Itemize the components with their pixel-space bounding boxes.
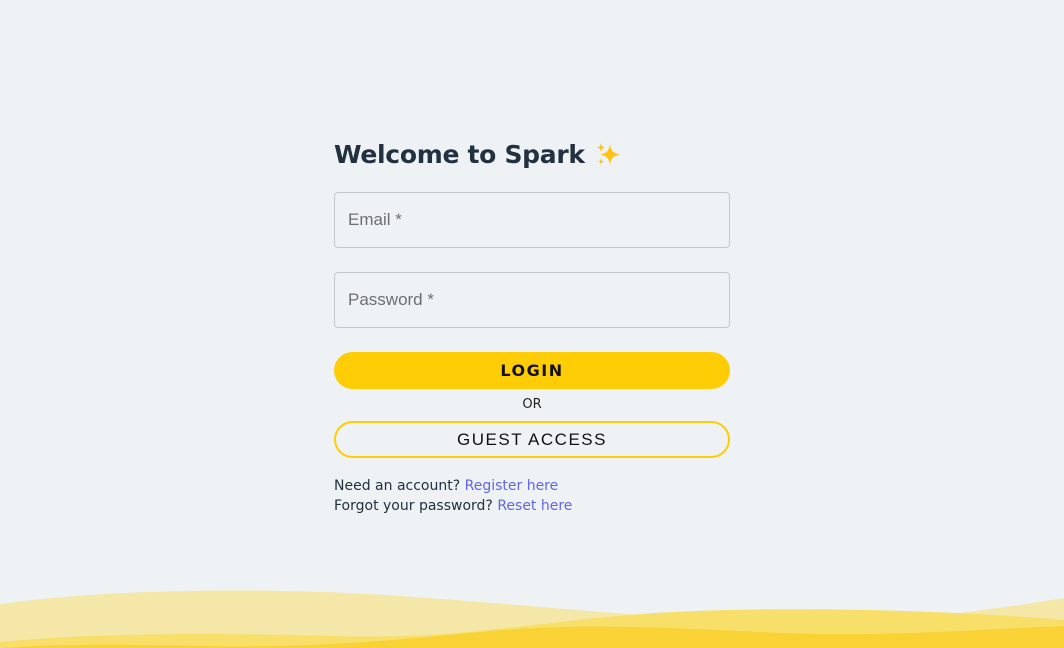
page-title: Welcome to Spark (334, 136, 730, 174)
sparkles-icon (595, 141, 623, 169)
guest-access-button[interactable]: GUEST ACCESS (334, 421, 730, 458)
register-row: Need an account? Register here (334, 476, 730, 496)
login-page: Welcome to Spark LOGIN OR GUEST ACCESS N… (0, 0, 1064, 648)
reset-row: Forgot your password? Reset here (334, 496, 730, 516)
register-link[interactable]: Register here (465, 478, 559, 494)
reset-link[interactable]: Reset here (497, 498, 572, 514)
or-divider: OR (522, 397, 542, 412)
account-links: Need an account? Register here Forgot yo… (334, 476, 730, 516)
password-input[interactable] (335, 273, 729, 327)
password-field[interactable] (334, 272, 730, 328)
login-button[interactable]: LOGIN (334, 352, 730, 389)
email-input[interactable] (335, 193, 729, 247)
register-prompt: Need an account? (334, 478, 461, 494)
decorative-waves (0, 590, 1064, 648)
login-card: Welcome to Spark LOGIN OR GUEST ACCESS N… (334, 136, 730, 516)
email-field[interactable] (334, 192, 730, 248)
page-title-text: Welcome to Spark (334, 140, 585, 169)
forgot-prompt: Forgot your password? (334, 498, 493, 514)
